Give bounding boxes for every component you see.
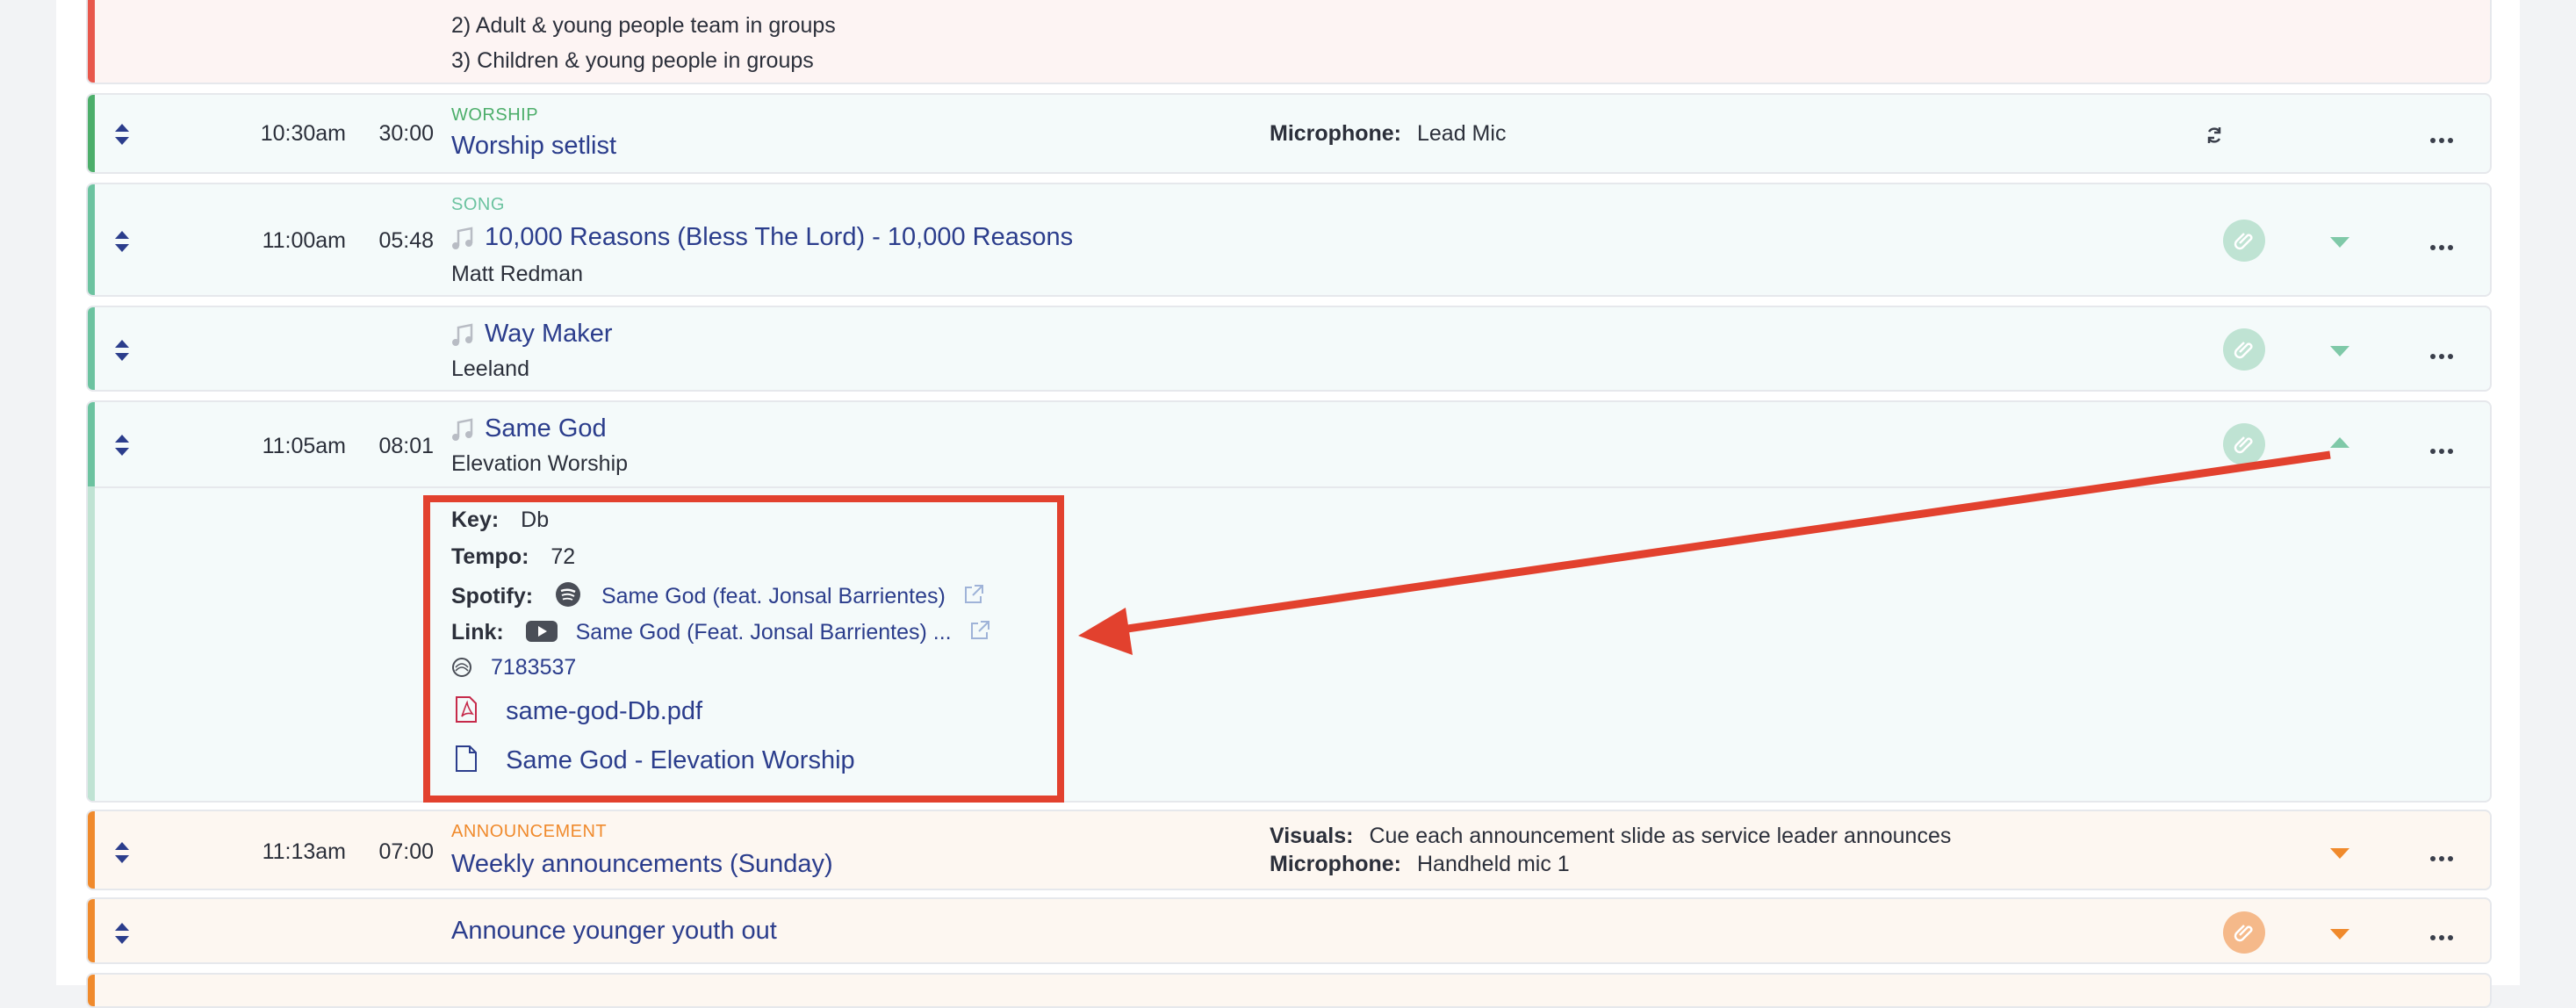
divider [95,486,2490,488]
more-icon[interactable] [2430,348,2465,359]
duration: 08:01 [378,434,434,458]
item-card-announcement[interactable]: 11:13am 07:00 ANNOUNCEMENT Weekly announ… [86,810,2492,890]
paperclip-icon[interactable] [2223,423,2265,465]
item-card-song-2[interactable]: Way Maker Leeland [86,306,2492,392]
meta-value: Cue each announcement slide as service l… [1369,824,1952,848]
chevron-down-icon[interactable] [2330,237,2349,248]
item-title[interactable]: Worship setlist [451,132,616,161]
category-bar [88,184,95,295]
drag-handle-icon[interactable] [114,339,130,362]
drag-handle-icon[interactable] [114,841,130,864]
song-title[interactable]: Way Maker [485,320,613,349]
item-title[interactable]: Weekly announcements (Sunday) [451,850,833,879]
category-label: WORSHIP [451,105,539,125]
category-label: ANNOUNCEMENT [451,822,608,841]
annotation-highlight-box [423,495,1064,803]
paperclip-icon[interactable] [2223,911,2265,954]
category-bar [88,307,95,390]
more-icon[interactable] [2430,132,2465,143]
description-line: 2) Adult & young people team in groups [451,13,836,38]
category-bar [88,0,95,83]
item-card-partial[interactable] [86,973,2492,1008]
category-label: SONG [451,195,505,214]
meta-label: Visuals: [1270,824,1354,848]
more-icon[interactable] [2430,239,2465,250]
music-note-icon [452,418,473,441]
chevron-down-icon[interactable] [2330,346,2349,356]
more-icon[interactable] [2430,850,2465,861]
more-icon[interactable] [2430,443,2465,454]
drag-handle-icon[interactable] [114,922,130,945]
drag-handle-icon[interactable] [114,434,130,457]
sync-icon[interactable] [2204,125,2225,146]
start-time: 11:00am [262,228,346,253]
duration: 30:00 [378,121,434,146]
music-note-icon [452,227,473,249]
canvas: 2) Adult & young people team in groups 3… [0,0,2576,1008]
category-bar [88,95,95,172]
duration: 05:48 [378,228,434,253]
song-title[interactable]: Same God [485,414,607,443]
meta-value: Handheld mic 1 [1417,852,1570,876]
paperclip-icon[interactable] [2223,328,2265,371]
song-title[interactable]: 10,000 Reasons (Bless The Lord) - 10,000… [485,223,1073,252]
item-title[interactable]: Announce younger youth out [451,917,777,946]
item-card-youth[interactable]: Announce younger youth out [86,897,2492,964]
drag-handle-icon[interactable] [114,230,130,253]
more-icon[interactable] [2430,929,2465,940]
meta-microphone: Microphone: Handheld mic 1 [1270,852,1570,877]
category-bar [88,811,95,889]
duration: 07:00 [378,839,434,864]
category-bar [88,899,95,962]
start-time: 11:05am [262,434,346,458]
chevron-up-icon[interactable] [2330,437,2349,448]
item-card-song-1[interactable]: 11:00am 05:48 SONG 10,000 Reasons (Bless… [86,183,2492,297]
song-artist: Elevation Worship [451,451,629,476]
meta-visuals: Visuals: Cue each announcement slide as s… [1270,824,1951,849]
description-line: 3) Children & young people in groups [451,48,814,73]
meta-value: Lead Mic [1417,121,1507,146]
start-time: 11:13am [262,839,346,864]
music-note-icon [452,323,473,346]
song-artist: Matt Redman [451,262,584,286]
category-bar-expanded [88,486,95,801]
item-card-worship[interactable]: 10:30am 30:00 WORSHIP Worship setlist Mi… [86,93,2492,174]
meta-microphone: Microphone: Lead Mic [1270,121,1506,147]
song-artist: Leeland [451,356,529,381]
meta-label: Microphone: [1270,121,1401,146]
chevron-down-icon[interactable] [2330,929,2349,940]
meta-label: Microphone: [1270,852,1401,876]
paperclip-icon[interactable] [2223,220,2265,262]
drag-handle-icon[interactable] [114,123,130,146]
category-bar [88,975,95,1006]
item-card-top[interactable]: 2) Adult & young people team in groups 3… [86,0,2492,84]
chevron-down-icon[interactable] [2330,848,2349,859]
start-time: 10:30am [260,121,346,146]
